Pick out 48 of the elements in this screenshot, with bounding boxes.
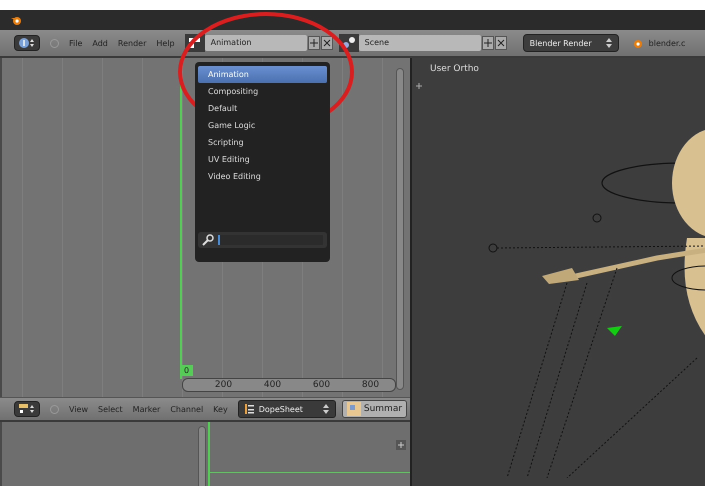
info-icon xyxy=(18,37,36,49)
render-engine-dropdown[interactable]: Blender Render xyxy=(522,34,619,52)
menu-option[interactable]: UV Editing xyxy=(198,151,327,168)
menu-item[interactable]: Select xyxy=(98,404,123,414)
editor-type-button[interactable] xyxy=(14,35,40,51)
view-label: User Ortho xyxy=(430,64,479,74)
menu-item[interactable]: View xyxy=(69,404,88,414)
summary-icon xyxy=(346,402,361,416)
expand-icon[interactable] xyxy=(415,82,423,90)
scrollbar[interactable] xyxy=(198,426,206,486)
scene-field[interactable]: Scene xyxy=(358,35,481,51)
ruler-tick: 600 xyxy=(312,380,330,390)
menu-item[interactable]: Key xyxy=(213,404,228,414)
search-field[interactable] xyxy=(198,232,327,248)
menu-item[interactable]: Render xyxy=(118,38,146,48)
file-name: blender.c xyxy=(648,38,686,48)
expand-icon[interactable] xyxy=(396,440,406,450)
mode-dropdown[interactable]: DopeSheet xyxy=(238,400,336,418)
menu-option[interactable]: Game Logic xyxy=(198,117,327,134)
close-icon[interactable] xyxy=(320,36,333,50)
menu-option[interactable]: Default xyxy=(198,100,327,117)
frame-ruler[interactable]: 200 400 600 800 xyxy=(182,378,396,392)
menu-item[interactable]: Channel xyxy=(170,404,204,414)
menu-option[interactable]: Animation xyxy=(198,66,327,83)
add-icon[interactable] xyxy=(482,36,494,50)
ruler-tick: 400 xyxy=(264,380,282,390)
menu-option[interactable]: Compositing xyxy=(198,83,327,100)
up-down-arrows-icon xyxy=(322,404,329,414)
current-frame: 0 xyxy=(180,365,194,376)
menu-item[interactable]: Marker xyxy=(132,404,160,414)
list-icon xyxy=(244,403,255,415)
add-icon[interactable] xyxy=(308,36,320,50)
screen-layout-field[interactable]: Animation xyxy=(204,35,307,51)
ruler-tick: 200 xyxy=(214,380,232,390)
menu-option[interactable]: Video Editing xyxy=(198,168,327,185)
menu-item[interactable]: Help xyxy=(156,38,175,48)
ruler-tick: 800 xyxy=(362,380,380,390)
menu-option[interactable]: Scripting xyxy=(198,134,327,151)
up-down-arrows-icon xyxy=(606,38,612,48)
menu-item[interactable]: File xyxy=(69,38,82,48)
logo-icon xyxy=(10,14,22,26)
search-icon xyxy=(202,234,214,246)
dopesheet-icon xyxy=(18,403,36,415)
summary-toggle[interactable]: Summar xyxy=(342,400,408,418)
editor-type-button[interactable] xyxy=(14,401,40,417)
scrollbar[interactable] xyxy=(396,68,404,390)
close-icon[interactable] xyxy=(494,36,507,50)
menu-item[interactable]: Add xyxy=(92,38,108,48)
